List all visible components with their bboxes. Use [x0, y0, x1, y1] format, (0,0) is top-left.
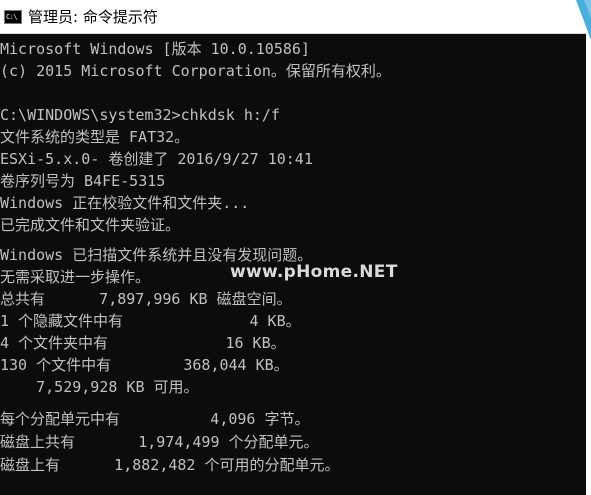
console-line: 无需采取进一步操作。	[0, 268, 151, 286]
console-line: (c) 2015 Microsoft Corporation。保留所有权利。	[0, 62, 391, 80]
console-line: Windows 正在校验文件和文件夹...	[0, 194, 250, 212]
console-line: 4 个文件夹中有 16 KB。	[0, 334, 286, 352]
cmd-app-icon-label: C:\	[6, 13, 18, 21]
console-line: 130 个文件中有 368,044 KB。	[0, 356, 289, 374]
console-line: C:\WINDOWS\system32>chkdsk h:/f	[0, 106, 280, 124]
cmd-window: C:\ 管理员: 命令提示符 Microsoft Windows [版本 10.…	[0, 0, 591, 495]
cmd-app-icon: C:\	[4, 10, 22, 24]
watermark-text: www.pHome.NET	[230, 262, 398, 282]
console-output[interactable]: Microsoft Windows [版本 10.0.10586] (c) 20…	[0, 34, 586, 495]
console-line: 文件系统的类型是 FAT32。	[0, 128, 190, 146]
title-bar[interactable]: C:\ 管理员: 命令提示符	[0, 0, 591, 34]
console-line: 已完成文件和文件夹验证。	[0, 216, 181, 234]
console-line: 总共有 7,897,996 KB 磁盘空间。	[0, 290, 292, 308]
console-line: 1 个隐藏文件中有 4 KB。	[0, 312, 301, 330]
console-line: 磁盘上有 1,882,482 个可用的分配单元。	[0, 456, 340, 474]
console-line: 7,529,928 KB 可用。	[0, 378, 199, 396]
console-line: ESXi-5.x.0- 卷创建了 2016/9/27 10:41	[0, 150, 313, 168]
console-line: 卷序列号为 B4FE-5315	[0, 172, 166, 190]
console-line: Microsoft Windows [版本 10.0.10586]	[0, 40, 310, 58]
console-line: 磁盘上共有 1,974,499 个分配单元。	[0, 433, 319, 451]
window-right-border	[586, 0, 591, 495]
window-title: 管理员: 命令提示符	[28, 8, 158, 26]
decorative-corner-stripe	[566, 0, 591, 60]
console-line: 每个分配单元中有 4,096 字节。	[0, 410, 310, 428]
